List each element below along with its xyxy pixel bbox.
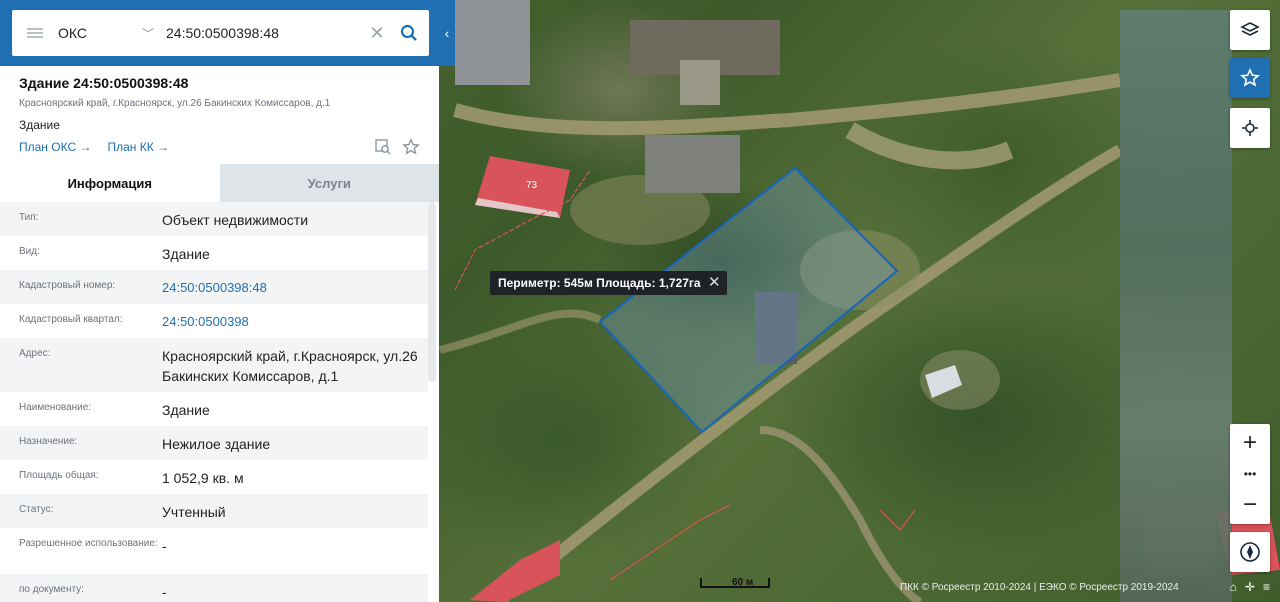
property-row: Адрес: Красноярский край, г.Красноярск, у… bbox=[0, 338, 428, 392]
property-key: Адрес: bbox=[19, 348, 51, 359]
search-button[interactable] bbox=[389, 10, 429, 56]
property-key: Назначение: bbox=[19, 436, 78, 447]
map-attribution: ПКК © Росреестр 2010-2024 | ЕЭКО © Росре… bbox=[900, 582, 1179, 593]
zoom-in-button[interactable]: + bbox=[1230, 424, 1270, 462]
app-root: 73 Периметр: 545м Площадь: 1,727га ✕ + •… bbox=[0, 0, 1280, 602]
property-row: Тип: Объект недвижимости bbox=[0, 202, 428, 236]
property-row: Назначение: Нежилое здание bbox=[0, 426, 428, 460]
property-value: 1 052,9 кв. м bbox=[162, 470, 244, 486]
zoom-more-button[interactable]: ••• bbox=[1230, 462, 1270, 486]
map-footer-icons: ⌂ ✛ ≡ bbox=[1230, 580, 1270, 594]
property-key: Разрешенное использование: bbox=[19, 538, 158, 549]
property-row: Кадастровый номер: 24:50:0500398:48 bbox=[0, 270, 428, 304]
object-type-select[interactable]: ОКС ﹀ bbox=[58, 25, 162, 42]
search-bar: ОКС ﹀ ✕ ‹ bbox=[0, 0, 455, 66]
building-roof bbox=[645, 135, 740, 193]
building-roof bbox=[470, 540, 560, 602]
overview-strip bbox=[1120, 10, 1232, 602]
property-key: Наименование: bbox=[19, 402, 92, 413]
property-value: Здание bbox=[162, 246, 210, 262]
properties-table: Тип: Объект недвижимости Вид: Здание Кадастр… bbox=[0, 202, 428, 602]
scrollbar[interactable] bbox=[428, 202, 436, 382]
header-actions bbox=[374, 138, 420, 156]
object-kind: Здание bbox=[19, 118, 60, 132]
building-roof bbox=[680, 60, 720, 105]
star-icon[interactable] bbox=[402, 138, 420, 156]
zoom-out-button[interactable]: − bbox=[1230, 486, 1270, 524]
object-type-value: ОКС bbox=[58, 25, 87, 41]
clear-icon[interactable]: ✕ bbox=[365, 23, 389, 44]
locate-button[interactable] bbox=[1230, 108, 1270, 148]
property-value: Объект недвижимости bbox=[162, 212, 309, 228]
property-row: Статус: Учтенный bbox=[0, 494, 428, 528]
locate-icon bbox=[1242, 120, 1258, 136]
layers-icon bbox=[1240, 22, 1260, 36]
compass-icon bbox=[1240, 542, 1260, 562]
chevron-down-icon: ﹀ bbox=[141, 26, 154, 41]
property-value: Нежилое здание bbox=[162, 436, 271, 452]
plan-kk-link[interactable]: План КК → bbox=[107, 139, 169, 155]
favorites-button[interactable] bbox=[1230, 58, 1270, 98]
measurement-text: Периметр: 545м Площадь: 1,727га bbox=[498, 276, 701, 290]
locate-small-icon[interactable]: ✛ bbox=[1245, 580, 1255, 594]
compass-button[interactable] bbox=[1230, 532, 1270, 572]
property-key: Статус: bbox=[19, 504, 54, 515]
property-value: - bbox=[162, 538, 167, 554]
layers-button[interactable] bbox=[1230, 10, 1270, 50]
home-icon[interactable]: ⌂ bbox=[1230, 580, 1237, 594]
property-key: Тип: bbox=[19, 212, 39, 223]
property-key: Кадастровый квартал: bbox=[19, 314, 123, 325]
zoom-controls: + ••• − bbox=[1230, 424, 1270, 524]
building-number-label: 73 bbox=[526, 180, 538, 191]
property-value: Здание bbox=[162, 402, 210, 418]
search-input[interactable] bbox=[162, 25, 365, 41]
property-row: Вид: Здание bbox=[0, 236, 428, 270]
building-roof bbox=[455, 0, 530, 85]
menu-small-icon[interactable]: ≡ bbox=[1263, 580, 1270, 594]
property-row: Площадь общая: 1 052,9 кв. м bbox=[0, 460, 428, 494]
plan-icon[interactable] bbox=[374, 138, 392, 156]
property-value: Учтенный bbox=[162, 504, 226, 520]
property-key: Площадь общая: bbox=[19, 470, 99, 481]
property-value: - bbox=[162, 584, 167, 600]
menu-icon[interactable] bbox=[12, 10, 58, 56]
close-icon[interactable]: ✕ bbox=[708, 271, 721, 295]
favorites-icon bbox=[1240, 68, 1260, 87]
property-value: Красноярский край, г.Красноярск, ул.26 Б… bbox=[162, 348, 418, 384]
property-key: Кадастровый номер: bbox=[19, 280, 116, 291]
collapse-panel-icon[interactable]: ‹ bbox=[439, 10, 455, 56]
property-row: по документу: - bbox=[0, 574, 428, 602]
property-row: Кадастровый квартал: 24:50:0500398 bbox=[0, 304, 428, 338]
search-box: ОКС ﹀ ✕ bbox=[12, 10, 429, 56]
info-panel: Здание 24:50:0500398:48 Красноярский кра… bbox=[0, 0, 439, 602]
object-title: Здание 24:50:0500398:48 bbox=[19, 75, 189, 91]
property-key: по документу: bbox=[19, 584, 84, 595]
search-icon bbox=[400, 24, 417, 41]
object-address: Красноярский край, г.Красноярск, ул.26 Б… bbox=[19, 98, 331, 109]
plan-oks-link[interactable]: План ОКС → bbox=[19, 139, 91, 155]
tab-services[interactable]: Услуги bbox=[220, 164, 440, 202]
scale-label: 60 м bbox=[732, 577, 754, 588]
tab-bar: Информация Услуги bbox=[0, 164, 439, 202]
property-value-link[interactable]: 24:50:0500398:48 bbox=[162, 270, 418, 304]
tab-info[interactable]: Информация bbox=[0, 164, 220, 202]
property-row: Разрешенное использование: - bbox=[0, 528, 428, 574]
property-key: Вид: bbox=[19, 246, 40, 257]
measurement-tooltip: Периметр: 545м Площадь: 1,727га ✕ bbox=[490, 271, 727, 295]
property-value-link[interactable]: 24:50:0500398 bbox=[162, 304, 418, 338]
property-row: Наименование: Здание bbox=[0, 392, 428, 426]
